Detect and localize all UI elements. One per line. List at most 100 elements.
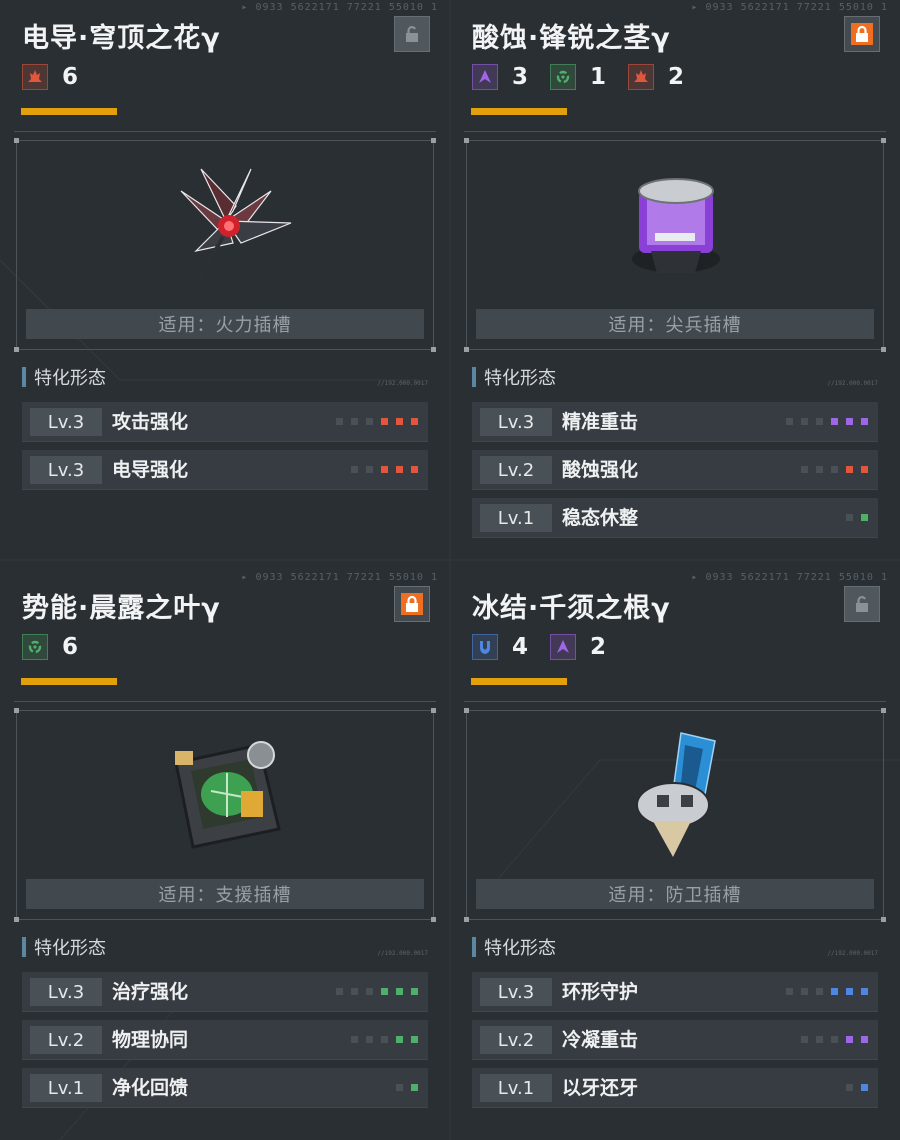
accent-bar [21,108,117,115]
level-pip-filled [411,466,418,473]
level-pip-filled [846,418,853,425]
skill-row[interactable]: Lv.2 冷凝重击 [472,1020,878,1060]
level-badge: Lv.2 [480,1026,552,1054]
lock-button[interactable] [394,586,430,622]
level-badge: Lv.3 [480,408,552,436]
level-pip-empty [801,418,808,425]
level-pip-empty [366,1036,373,1043]
section-header: 特化形态 [472,364,556,390]
level-badge: Lv.1 [480,1074,552,1102]
trait-count: 6 [62,64,79,90]
level-pip-empty [366,466,373,473]
trait-tag: 6 [22,634,78,660]
divider [464,131,886,132]
serial-code: ▸ 0933 5622171 77221 55010 1 [691,2,888,13]
level-pips [328,988,418,995]
section-title: 特化形态 [34,368,106,389]
section-code: //192.000.0017 [377,950,428,957]
skill-row[interactable]: Lv.3 精准重击 [472,402,878,442]
lock-button[interactable] [844,16,880,52]
level-pip-filled [861,418,868,425]
level-pip-filled [381,466,388,473]
level-pip-filled [396,418,403,425]
skill-row[interactable]: Lv.2 酸蚀强化 [472,450,878,490]
applicable-slot-label: 适用：支援插槽 [26,879,424,909]
trait-count: 2 [590,634,607,660]
applicable-slot-label: 适用：防卫插槽 [476,879,874,909]
accent-bar [21,678,117,685]
lock-open-icon [852,594,872,614]
item-preview-frame: 适用：火力插槽 [14,138,436,352]
level-pip-filled [831,988,838,995]
green-leaf-device-icon [141,721,311,861]
level-pip-filled [396,988,403,995]
level-badge: Lv.3 [30,456,102,484]
section-title: 特化形态 [34,938,106,959]
level-badge: Lv.3 [30,408,102,436]
level-pips [328,418,418,425]
level-pip-empty [846,1084,853,1091]
skill-row[interactable]: Lv.2 物理协同 [22,1020,428,1060]
level-pips [778,418,868,425]
skill-row[interactable]: Lv.1 以牙还牙 [472,1068,878,1108]
level-pip-filled [831,418,838,425]
level-pips [388,1084,418,1091]
level-badge: Lv.3 [480,978,552,1006]
level-pip-empty [846,514,853,521]
trait-tag: 4 [472,634,528,660]
level-pip-filled [861,1036,868,1043]
level-pip-filled [846,466,853,473]
level-pip-filled [861,988,868,995]
trait-tags: 6 [22,634,100,660]
level-badge: Lv.1 [480,504,552,532]
level-pips [778,988,868,995]
applicable-slot-label: 适用：尖兵插槽 [476,309,874,339]
level-pip-empty [351,418,358,425]
level-pip-empty [831,466,838,473]
lock-button[interactable] [844,586,880,622]
modifier-card[interactable]: ▸ 0933 5622171 77221 55010 1 酸蚀·锋锐之茎γ 3 1… [450,0,900,570]
level-pip-empty [351,988,358,995]
lock-button[interactable] [394,16,430,52]
skill-row[interactable]: Lv.3 攻击强化 [22,402,428,442]
skill-row[interactable]: Lv.3 环形守护 [472,972,878,1012]
card-title: 冰结·千须之根γ [472,593,671,624]
kinetic-ring-icon [550,64,577,90]
item-preview-frame: 适用：支援插槽 [14,708,436,922]
section-header: 特化形态 [22,934,106,960]
modifier-card[interactable]: ▸ 0933 5622171 77221 55010 1 势能·晨露之叶γ 6 … [0,570,450,1140]
modifier-card[interactable]: ▸ 0933 5622171 77221 55010 1 电导·穹顶之花γ 6 … [0,0,450,570]
level-pips [343,466,418,473]
level-pip-empty [336,988,343,995]
skill-name: 冷凝重击 [562,1029,639,1051]
trait-count: 1 [590,64,607,90]
level-pip-filled [846,1036,853,1043]
skill-row[interactable]: Lv.3 治疗强化 [22,972,428,1012]
skill-name: 电导强化 [112,459,189,481]
serial-code: ▸ 0933 5622171 77221 55010 1 [241,572,438,583]
level-pips [838,1084,868,1091]
level-pip-empty [366,418,373,425]
trait-count: 3 [512,64,529,90]
trait-tag: 2 [628,64,684,90]
trait-tag: 1 [550,64,606,90]
level-pip-empty [351,1036,358,1043]
serial-code: ▸ 0933 5622171 77221 55010 1 [691,572,888,583]
skill-row[interactable]: Lv.1 稳态休整 [472,498,878,538]
level-pip-filled [861,1084,868,1091]
trait-tags: 3 1 2 [472,64,706,90]
modifier-card[interactable]: ▸ 0933 5622171 77221 55010 1 冰结·千须之根γ 4 2… [450,570,900,1140]
level-pip-empty [816,1036,823,1043]
fire-flame-icon [22,64,48,90]
skill-name: 稳态休整 [562,507,639,529]
level-pips [838,514,868,521]
accent-bar [471,108,567,115]
crimson-crystal-flower-icon [141,151,311,291]
skill-row[interactable]: Lv.1 净化回馈 [22,1068,428,1108]
skill-row[interactable]: Lv.3 电导强化 [22,450,428,490]
divider [14,701,436,702]
level-pip-empty [381,1036,388,1043]
level-pip-empty [396,1084,403,1091]
card-title: 酸蚀·锋锐之茎γ [472,23,671,54]
accent-bar [471,678,567,685]
